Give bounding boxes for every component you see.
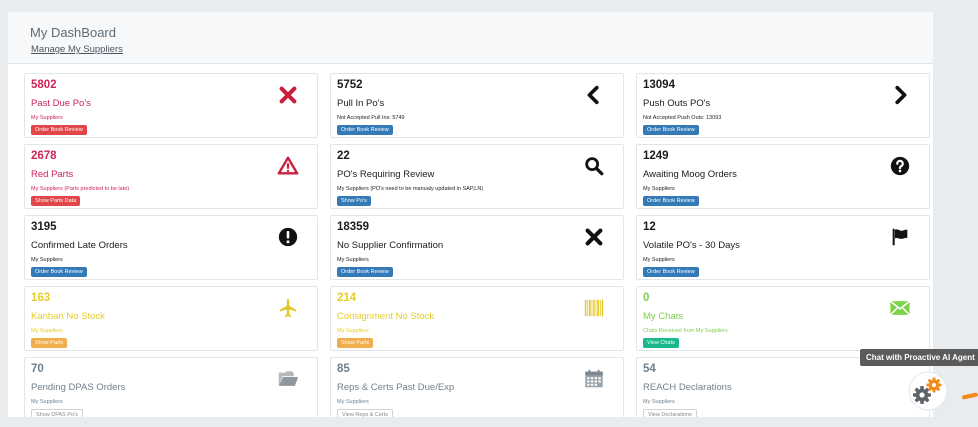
card-subtitle: My Suppliers [643,186,675,192]
card-title: Consignment No Stock [337,311,435,322]
order-book-review-button[interactable]: Order Book Review [643,267,699,277]
card-subtitle: My Suppliers (PO's need to be manualy up… [337,186,484,192]
card-count: 5752 [337,79,363,91]
card-volatile-pos: 12 Volatile PO's - 30 Days My Suppliers … [636,215,930,280]
card-count: 0 [643,292,650,304]
card-title: REACH Declarations [643,382,732,393]
card-title: Confirmed Late Orders [31,240,128,251]
card-kanban-no-stock: 163 Kanban No Stock My Suppliers Show Pa… [24,286,318,351]
question-icon [889,155,911,177]
card-count: 3195 [31,221,57,233]
card-subtitle: My Suppliers [643,399,675,405]
order-book-review-button[interactable]: Order Book Review [31,267,87,277]
card-subtitle: My Suppliers [31,257,63,263]
card-subtitle: My Suppliers [31,328,63,334]
barcode-icon [583,297,605,319]
card-subtitle: My Suppliers [31,115,63,121]
card-title: Push Outs PO's [643,98,711,109]
search-icon [583,155,605,177]
card-count: 5802 [31,79,57,91]
card-count: 54 [643,363,656,375]
card-subtitle: My Suppliers (Parts predicted to be late… [31,186,130,192]
card-title: Kanban No Stock [31,311,105,322]
show-parts-button[interactable]: Show Parts [31,338,68,348]
card-title: Awaiting Moog Orders [643,169,737,180]
card-awaiting-moog-orders: 1249 Awaiting Moog Orders My Suppliers O… [636,144,930,209]
plane-icon [277,297,299,319]
card-red-parts: 2678 Red Parts My Suppliers (Parts predi… [24,144,318,209]
card-title: My Chats [643,311,684,322]
card-title: No Supplier Confirmation [337,240,444,251]
card-subtitle: Not Accepted Push Outs: 13093 [643,115,722,121]
card-count: 18359 [337,221,369,233]
card-consignment-no-stock: 214 Consignment No Stock My Suppliers Sh… [330,286,624,351]
close-icon [583,226,605,248]
card-subtitle: My Suppliers [31,399,63,405]
order-book-review-button[interactable]: Order Book Review [643,125,699,135]
order-book-review-button[interactable]: Order Book Review [31,125,87,135]
show-parts-data-button[interactable]: Show Parts Data [31,196,81,206]
manage-suppliers-link[interactable]: Manage My Suppliers [31,44,123,55]
card-subtitle: My Suppliers [337,399,369,405]
card-subtitle: My Suppliers [337,257,369,263]
show-pos-button[interactable]: Show Po's [337,196,371,206]
card-title: Pending DPAS Orders [31,382,126,393]
flag-icon [889,226,911,248]
show-parts-button[interactable]: Show Parts [337,338,374,348]
card-past-due-pos: 5802 Past Due Po's My Suppliers Order Bo… [24,73,318,138]
card-count: 2678 [31,150,57,162]
card-pos-requiring-review: 22 PO's Requiring Review My Suppliers (P… [330,144,624,209]
card-confirmed-late-orders: 3195 Confirmed Late Orders My Suppliers … [24,215,318,280]
card-count: 1249 [643,150,669,162]
card-count: 13094 [643,79,675,91]
card-count: 70 [31,363,44,375]
card-subtitle: Chats Received from My Suppliers [643,328,728,334]
card-title: Pull In Po's [337,98,385,109]
card-title: Red Parts [31,169,74,180]
chat-agent-tooltip: Chat with Proactive AI Agent [860,349,978,366]
card-pending-dpas-orders: 70 Pending DPAS Orders My Suppliers Show… [24,357,318,417]
card-title: Reps & Certs Past Due/Exp [337,382,455,393]
card-count: 12 [643,221,656,233]
chat-pointer-arrow [961,392,978,400]
card-push-outs-pos: 13094 Push Outs PO's Not Accepted Push O… [636,73,930,138]
chevron-right-icon [889,84,911,106]
card-my-chats: 0 My Chats Chats Received from My Suppli… [636,286,930,351]
calendar-icon [583,368,605,390]
view-chats-button[interactable]: View Chats [643,338,679,348]
card-reach-declarations: 54 REACH Declarations My Suppliers View … [636,357,930,417]
card-count: 214 [337,292,357,304]
card-reps-certs-past-due: 85 Reps & Certs Past Due/Exp My Supplier… [330,357,624,417]
card-title: PO's Requiring Review [337,169,435,180]
view-reps-certs-button[interactable]: View Reps & Certs [337,409,394,417]
card-pull-in-pos: 5752 Pull In Po's Not Accepted Pull Ins:… [330,73,624,138]
dashboard-panel: My DashBoard Manage My Suppliers 5802 Pa… [8,12,933,417]
card-subtitle: My Suppliers [337,328,369,334]
gears-icon [908,371,948,411]
card-subtitle: My Suppliers [643,257,675,263]
card-count: 22 [337,150,350,162]
order-book-review-button[interactable]: Order Book Review [643,196,699,206]
order-book-review-button[interactable]: Order Book Review [337,125,393,135]
show-dpas-pos-button[interactable]: Show DPAS Po's [31,409,83,417]
chevron-left-icon [583,84,605,106]
page-title: My DashBoard [30,25,116,40]
card-title: Past Due Po's [31,98,91,109]
order-book-review-button[interactable]: Order Book Review [337,267,393,277]
card-count: 163 [31,292,51,304]
chat-agent-button[interactable] [905,371,951,411]
card-title: Volatile PO's - 30 Days [643,240,740,251]
card-subtitle: Not Accepted Pull Ins: 5749 [337,115,405,121]
exclamation-icon [277,226,299,248]
card-count: 85 [337,363,350,375]
warning-icon [277,155,299,177]
view-declarations-button[interactable]: View Declarations [643,409,697,417]
folder-icon [277,368,299,390]
close-icon [277,84,299,106]
envelope-icon [889,297,911,319]
dashboard-header: My DashBoard Manage My Suppliers [8,12,933,64]
card-no-supplier-confirmation: 18359 No Supplier Confirmation My Suppli… [330,215,624,280]
